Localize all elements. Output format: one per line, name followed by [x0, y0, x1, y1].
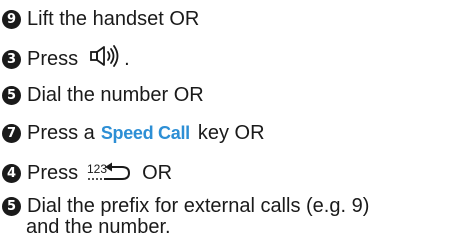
step-text: Press a — [27, 122, 95, 144]
step-lift-handset: 9 Lift the handset OR — [2, 7, 199, 31]
step-text: Press — [27, 162, 79, 184]
step-number-badge: 7 — [2, 123, 21, 143]
step-text: OR — [142, 162, 173, 184]
step-text: Lift the handset OR — [27, 8, 200, 30]
speaker-icon — [90, 45, 120, 73]
step-press-speaker: 3 Press . — [2, 45, 130, 73]
step-dial-number: 5 Dial the number OR — [2, 83, 204, 107]
step-speed-call: 7 Press a Speed Call key OR — [2, 121, 265, 145]
step-text: key OR — [197, 122, 265, 144]
step-text: Press — [27, 48, 79, 70]
step-text: Dial the number OR — [27, 84, 204, 106]
step-press-redial: 4 Press 123 OR — [2, 159, 172, 187]
step-text-period: . — [124, 48, 130, 70]
step-number-badge: 5 — [2, 85, 21, 105]
speed-call-key-label: Speed Call — [100, 123, 190, 143]
step-number-badge: 4 — [2, 163, 21, 183]
step-number-badge: 3 — [2, 49, 21, 69]
step-dial-prefix-continuation: and the number. — [26, 216, 171, 238]
redial-icon: 123 — [86, 160, 132, 188]
step-number-badge: 5 — [2, 196, 21, 216]
instruction-page: { "steps": [ { "number": "9", "parts": [… — [0, 0, 449, 244]
step-number-badge: 9 — [2, 9, 21, 29]
redial-icon-text: 123 — [87, 162, 107, 176]
